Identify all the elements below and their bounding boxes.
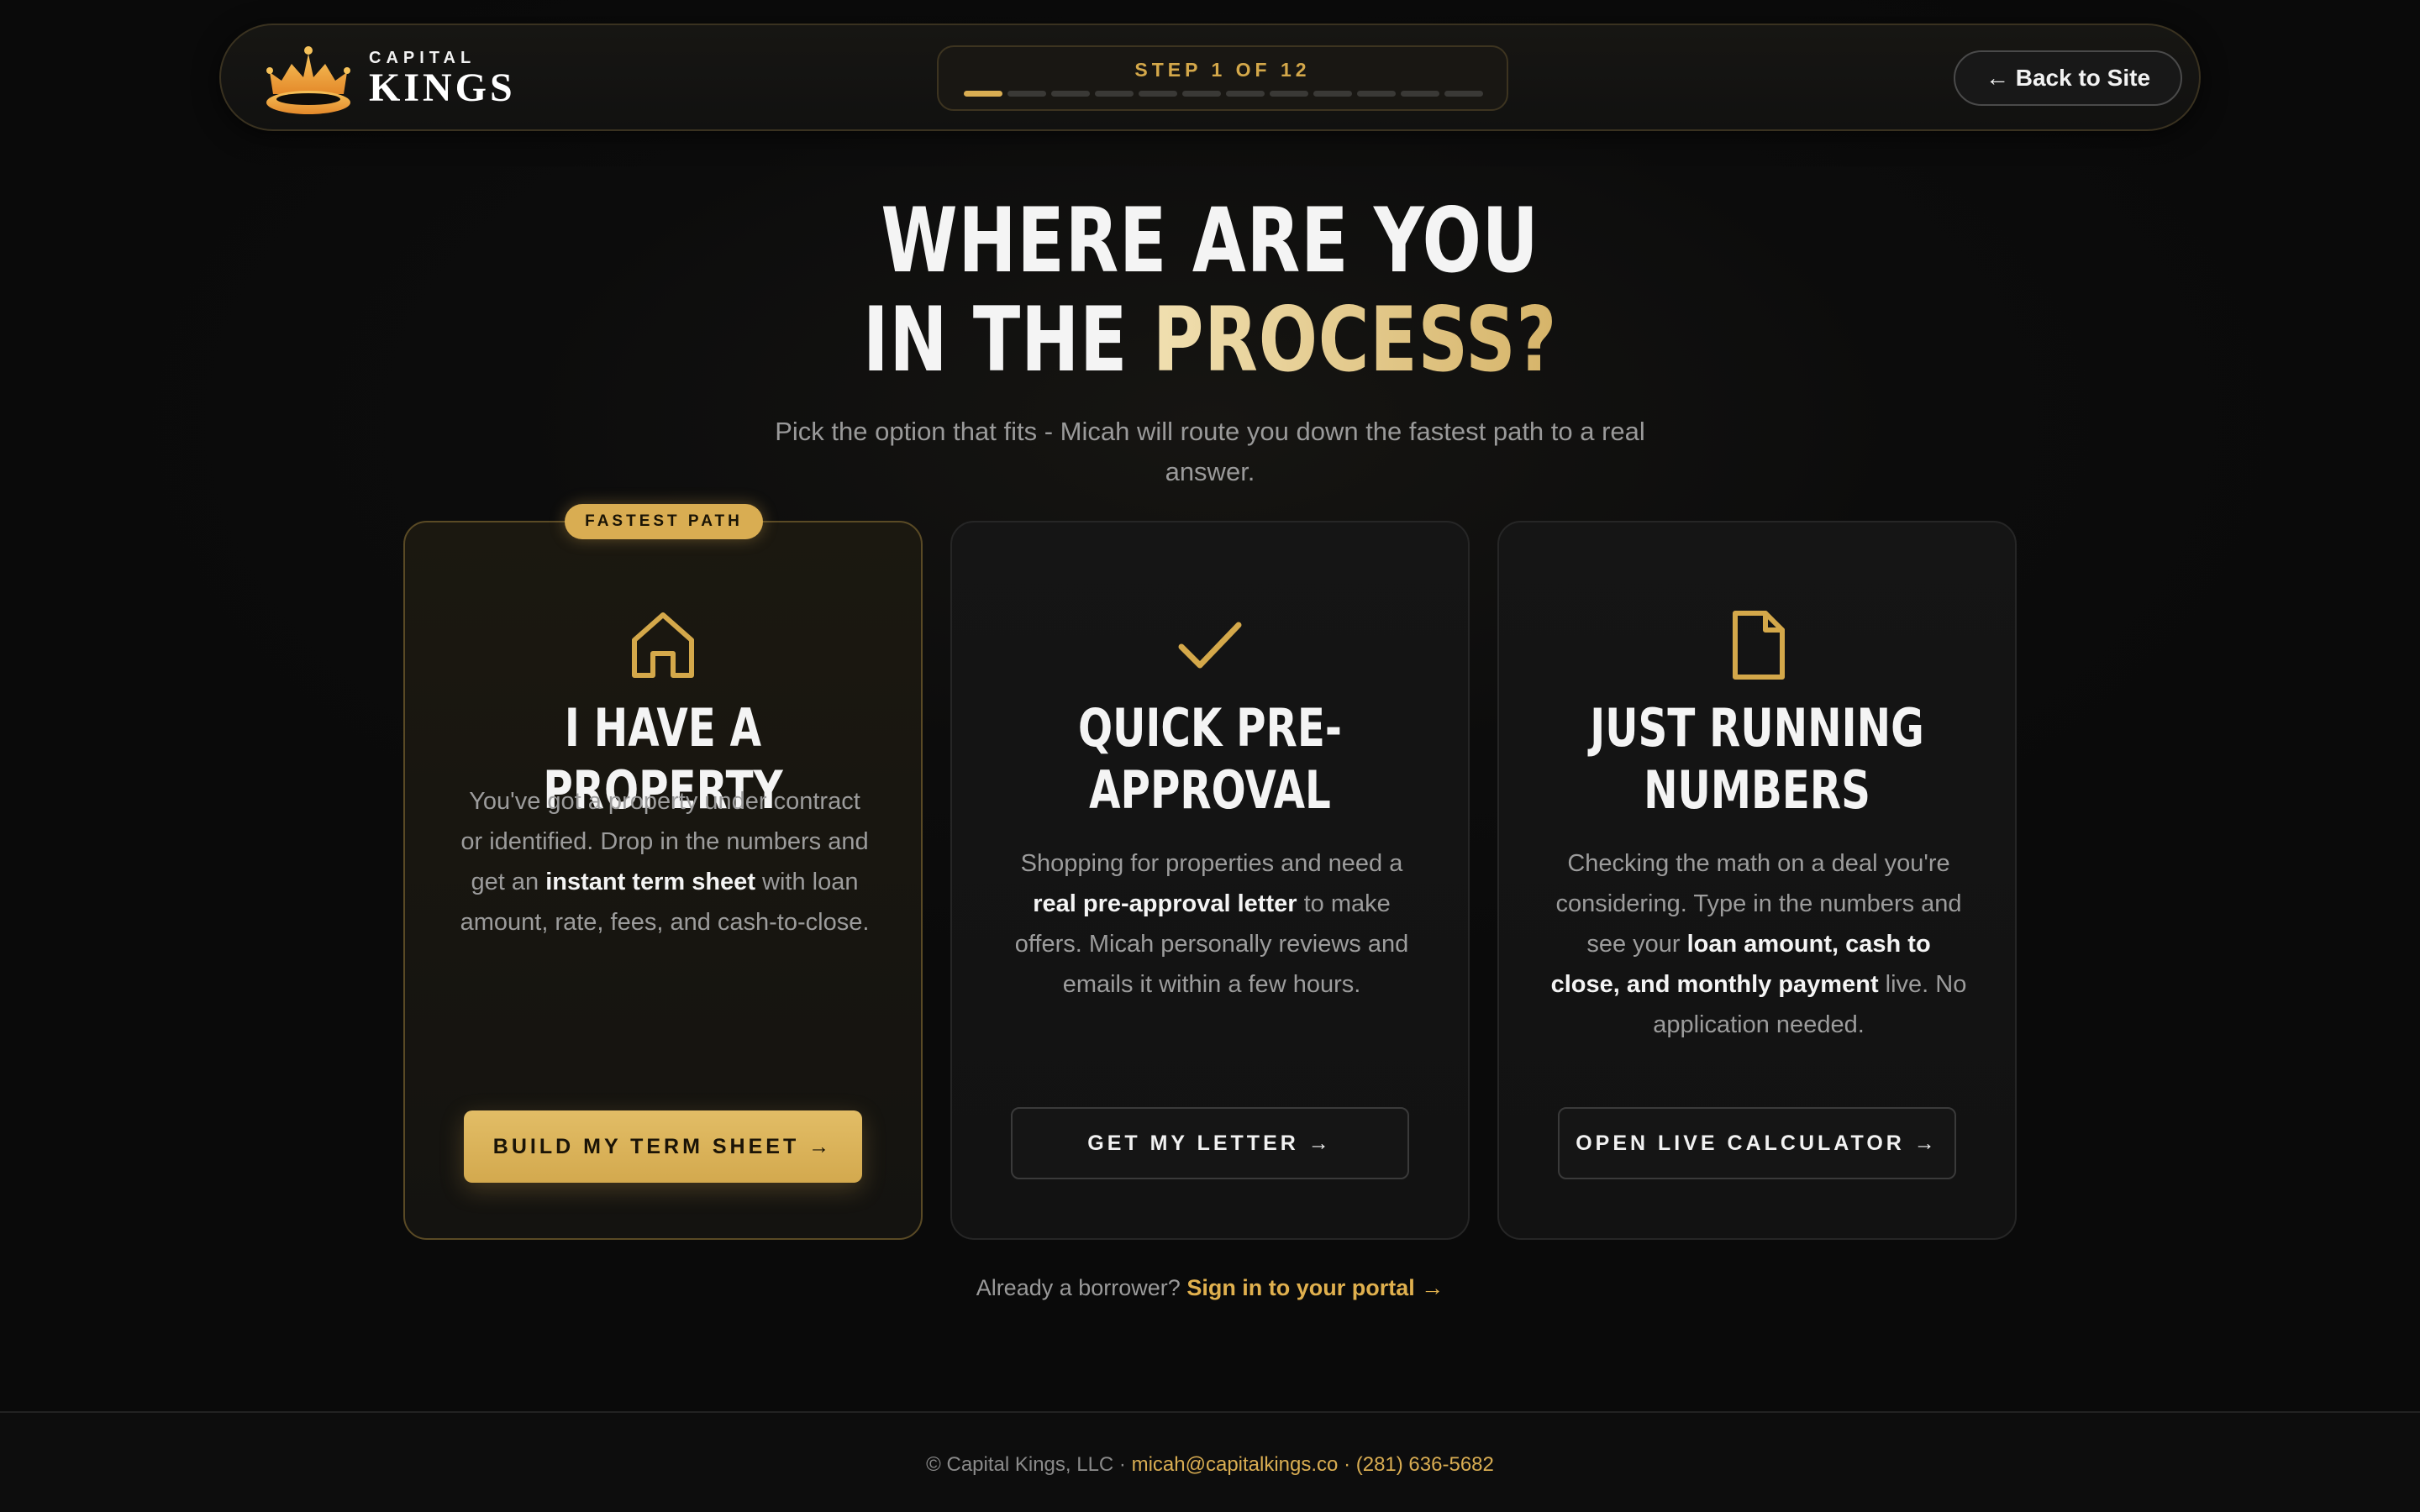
step-bar-5 xyxy=(1139,91,1177,97)
logo-wordmark-big: KINGS xyxy=(369,66,516,110)
card-title: JUST RUNNING NUMBERS xyxy=(1590,697,1924,821)
footer-phone-link[interactable]: (281) 636-5682 xyxy=(1356,1453,1494,1476)
build-term-sheet-button[interactable]: BUILD MY TERM SHEET → xyxy=(464,1110,862,1183)
top-nav: CAPITAL KINGS STEP 1 OF 12 ← Back to Sit… xyxy=(219,24,2201,131)
open-live-calculator-button[interactable]: OPEN LIVE CALCULATOR → xyxy=(1558,1107,1956,1179)
step-bars xyxy=(964,91,1483,97)
footer-email-link[interactable]: micah@capitalkings.co xyxy=(1132,1453,1339,1476)
title-plain: IN THE xyxy=(862,288,1153,391)
fastest-path-badge: FASTEST PATH xyxy=(565,504,763,539)
page-subtitle: Pick the option that fits - Micah will r… xyxy=(775,417,1645,486)
title-line-2: IN THE PROCESS? xyxy=(266,291,2154,390)
signin-prefix: Already a borrower? xyxy=(976,1275,1187,1300)
option-card-pre-approval[interactable]: QUICK PRE- APPROVAL Shopping for propert… xyxy=(950,521,1470,1240)
step-bar-8 xyxy=(1270,91,1308,97)
option-card-have-property[interactable]: FASTEST PATH I HAVE A PROPERTY You've go… xyxy=(403,504,923,1240)
progress-stepper: STEP 1 OF 12 xyxy=(937,45,1508,111)
get-my-letter-button[interactable]: GET MY LETTER → xyxy=(1011,1107,1409,1179)
signin-portal-link[interactable]: Sign in to your portal → xyxy=(1186,1275,1444,1300)
crown-icon xyxy=(266,46,350,114)
step-bar-11 xyxy=(1401,91,1439,97)
step-bar-6 xyxy=(1182,91,1221,97)
footer-company: © Capital Kings, LLC · xyxy=(926,1453,1132,1476)
step-bar-9 xyxy=(1313,91,1352,97)
step-bar-7 xyxy=(1226,91,1265,97)
page-title: WHERE ARE YOU IN THE PROCESS? xyxy=(266,192,2154,390)
back-to-site-button[interactable]: ← Back to Site xyxy=(1954,50,2182,106)
card-description: Checking the math on a deal you're consi… xyxy=(1550,850,1967,1038)
check-icon xyxy=(952,605,1468,685)
card-description: Shopping for properties and need a real … xyxy=(1014,850,1409,998)
title-gold: PROCESS? xyxy=(1152,288,1558,391)
card-title: QUICK PRE- APPROVAL xyxy=(1078,697,1342,821)
capital-kings-logo[interactable]: CAPITAL KINGS xyxy=(263,40,516,118)
card-description: You've got a property under contract or … xyxy=(460,788,870,936)
title-line-1: WHERE ARE YOU xyxy=(881,189,1539,292)
step-bar-4 xyxy=(1095,91,1134,97)
step-label: STEP 1 OF 12 xyxy=(1134,59,1311,81)
signin-prompt: Already a borrower? Sign in to your port… xyxy=(0,1275,2420,1301)
logo-wordmark-small: CAPITAL xyxy=(369,49,476,67)
footer-contact: © Capital Kings, LLC · micah@capitalking… xyxy=(0,1453,2420,1477)
home-icon xyxy=(405,605,921,685)
document-icon xyxy=(1499,605,2015,685)
step-bar-1 xyxy=(964,91,1002,97)
step-bar-10 xyxy=(1357,91,1396,97)
step-bar-2 xyxy=(1007,91,1046,97)
step-bar-12 xyxy=(1444,91,1483,97)
footer: © Capital Kings, LLC · micah@capitalking… xyxy=(0,1411,2420,1512)
step-bar-3 xyxy=(1051,91,1090,97)
option-card-running-numbers[interactable]: JUST RUNNING NUMBERS Checking the math o… xyxy=(1497,521,2017,1240)
footer-separator: · xyxy=(1338,1453,1356,1476)
